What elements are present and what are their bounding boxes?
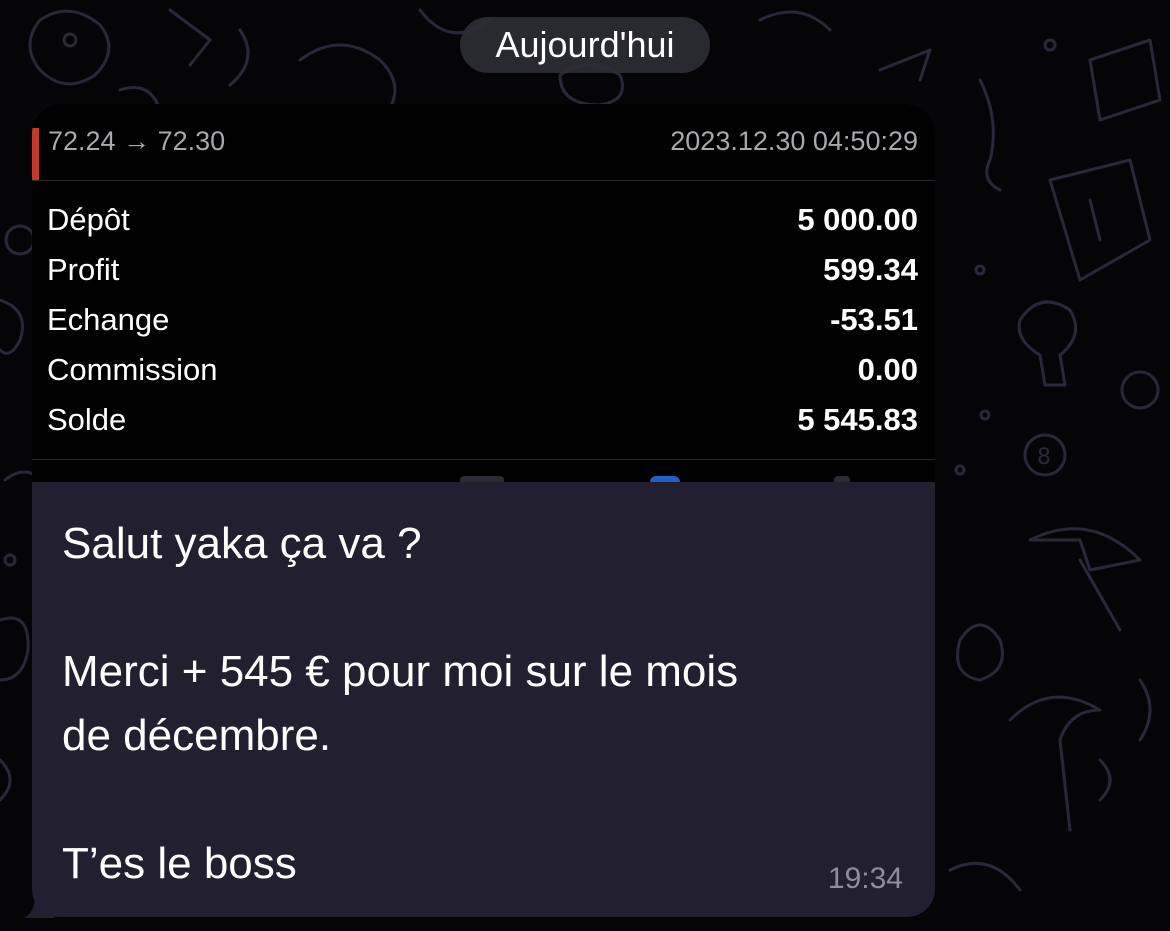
message-line: T’es le boss <box>62 839 297 888</box>
cropped-header-text: ▀▀▀▀▀▀▀▀▀▀▀▀▀ <box>62 104 338 112</box>
svg-text:8: 8 <box>1037 445 1051 470</box>
row-label: Profit <box>47 252 120 287</box>
row-label: Commission <box>47 352 218 387</box>
message-time: 19:34 <box>827 862 903 895</box>
row-value: 599.34 <box>823 252 918 287</box>
row-label: Echange <box>47 302 170 337</box>
sell-indicator-bar <box>32 128 39 180</box>
message-text: Salut yaka ça va ? Merci + 545 € pour mo… <box>62 512 882 896</box>
trade-datetime: 2023.12.30 04:50:29 <box>670 126 918 156</box>
message-line: de décembre. <box>62 711 332 760</box>
trade-screenshot[interactable]: ▀▀▀▀▀▀▀▀▀▀▀▀▀ ▀▀ 72.24 → 72.30 2023.12.3… <box>32 104 935 482</box>
divider <box>32 459 935 460</box>
tab-icon-peek <box>460 476 504 482</box>
tab-icon-peek <box>834 476 850 482</box>
row-value: -53.51 <box>830 302 918 337</box>
divider <box>32 180 935 181</box>
row-value: 0.00 <box>857 352 918 387</box>
tab-icon-peek <box>650 476 680 482</box>
date-separator: Aujourd'hui <box>460 17 710 73</box>
row-swap: Echange -53.51 <box>47 302 918 344</box>
row-label: Solde <box>47 402 127 437</box>
row-commission: Commission 0.00 <box>47 352 918 394</box>
row-label: Dépôt <box>47 202 130 237</box>
row-deposit: Dépôt 5 000.00 <box>47 202 918 244</box>
row-value: 5 000.00 <box>797 202 918 237</box>
message-line: Merci + 545 € pour moi sur le mois <box>62 647 739 696</box>
row-profit: Profit 599.34 <box>47 252 918 294</box>
cropped-header-right: ▀▀ <box>851 104 891 112</box>
row-balance: Solde 5 545.83 <box>47 402 918 444</box>
price-range: 72.24 → 72.30 <box>48 126 226 156</box>
message-line: Salut yaka ça va ? <box>62 519 422 568</box>
row-value: 5 545.83 <box>797 402 918 437</box>
message-bubble[interactable]: ▀▀▀▀▀▀▀▀▀▀▀▀▀ ▀▀ 72.24 → 72.30 2023.12.3… <box>32 104 935 917</box>
